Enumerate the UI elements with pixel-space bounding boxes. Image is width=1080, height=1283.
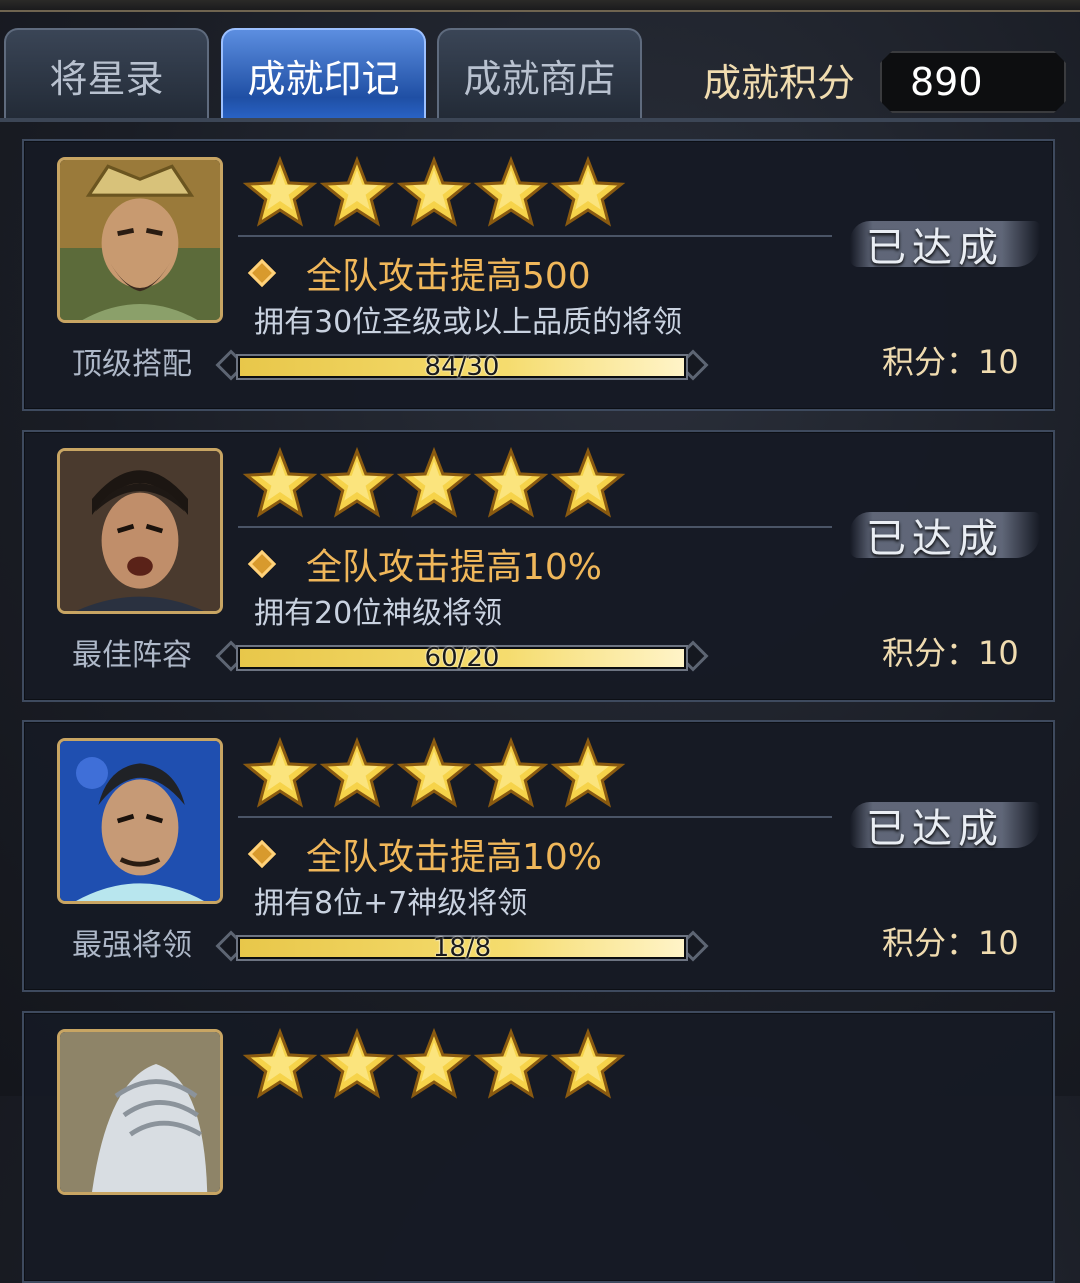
tabbar-divider [0,118,1080,122]
hero-portrait-image [60,160,220,320]
score-label: 成就积分 [703,61,856,105]
star-rating [242,1027,626,1099]
tab-label: 成就商店 [463,56,616,101]
hero-portrait [57,448,223,614]
bonus-text: 全队攻击提高500 [306,256,591,297]
achievement-card[interactable]: 最强将领 全队攻击提高10% 拥有8位+7神级将领 18/8 已达成 积分：10 [22,720,1055,992]
status-text: 已达成 [866,516,1004,562]
bonus-line: 全队攻击提高500 [246,247,591,299]
achievement-name: 顶级搭配 [72,347,192,382]
hero-portrait-image [60,1032,220,1192]
achievement-description: 拥有20位神级将领 [254,596,503,631]
diamond-bullet-icon [247,549,277,579]
hero-portrait [57,1029,223,1195]
tab-jiangxinglu[interactable]: 将星录 [4,28,209,120]
points-text: 积分：10 [882,924,1019,962]
hero-portrait [57,738,223,904]
progress-text: 60/20 [424,643,500,673]
diamond-bullet-icon [247,258,277,288]
hero-portrait-image [60,741,220,901]
divider [238,816,832,818]
status-badge: 已达成 [850,792,1040,862]
diamond-bullet-icon [247,839,277,869]
star-rating [242,446,626,518]
hero-portrait [57,157,223,323]
progress-bar: 60/20 [212,637,712,679]
achievement-card[interactable]: 最佳阵容 全队攻击提高10% 拥有20位神级将领 60/20 已达成 积分：10 [22,430,1055,702]
bonus-line: 全队攻击提高10% [246,538,602,590]
star-rating [242,736,626,808]
divider [238,235,832,237]
progress-bar: 18/8 [212,927,712,969]
bonus-text: 全队攻击提高10% [306,837,603,878]
score-value: 890 [880,51,1066,113]
achievement-description: 拥有30位圣级或以上品质的将领 [254,305,683,340]
bonus-line: 全队攻击提高10% [246,828,602,880]
achievement-description: 拥有8位+7神级将领 [254,886,528,921]
star-rating [242,155,626,227]
top-border [0,0,1080,12]
progress-text: 84/30 [424,352,500,382]
tab-achievement-shop[interactable]: 成就商店 [437,28,642,120]
divider [238,526,832,528]
tab-label: 将星录 [49,56,164,101]
achievement-card[interactable]: 顶级搭配 全队攻击提高500 拥有30位圣级或以上品质的将领 84/30 已达成… [22,139,1055,411]
progress-text: 18/8 [432,933,492,963]
progress-bar: 84/30 [212,346,712,388]
status-text: 已达成 [866,225,1004,271]
points-text: 积分：10 [882,634,1019,672]
status-badge: 已达成 [850,502,1040,572]
hero-portrait-image [60,451,220,611]
achievement-card[interactable] [22,1011,1055,1283]
status-text: 已达成 [866,806,1004,852]
tab-achievement-marks[interactable]: 成就印记 [221,28,426,120]
points-text: 积分：10 [882,343,1019,381]
achievement-name: 最佳阵容 [72,638,192,673]
status-badge: 已达成 [850,211,1040,281]
achievement-name: 最强将领 [72,928,192,963]
tab-label: 成就印记 [247,56,400,101]
bonus-text: 全队攻击提高10% [306,547,603,588]
